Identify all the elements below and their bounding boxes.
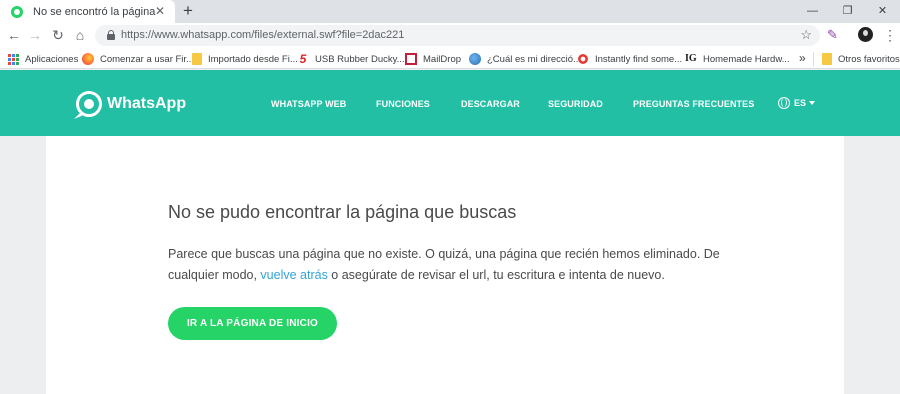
bookmarks-overflow-icon[interactable]: » (799, 51, 806, 65)
bookmark-ip[interactable]: ¿Cuál es mi direcció... (469, 52, 581, 66)
extension-quill-icon[interactable]: ✎ (827, 27, 838, 43)
bookmark-instantly[interactable]: Instantly find some... (577, 52, 682, 66)
address-bar[interactable]: https://www.whatsapp.com/files/external.… (95, 25, 820, 46)
bookmarks-bar: Aplicaciones Comenzar a usar Fir... Impo… (0, 48, 900, 69)
bookmark-rubber-ducky[interactable]: 5 USB Rubber Ducky... (297, 52, 405, 66)
bookmark-label: Homemade Hardw... (703, 53, 790, 65)
browser-menu-icon[interactable]: ⋮ (883, 26, 897, 44)
whatsapp-icon (76, 91, 102, 117)
bookmark-apps[interactable]: Aplicaciones (8, 52, 78, 66)
url-text[interactable]: https://www.whatsapp.com/files/external.… (121, 29, 404, 41)
bookmark-label: Importado desde Fi... (208, 53, 298, 65)
nav-seguridad[interactable]: SEGURIDAD (548, 99, 603, 109)
bookmark-label: MailDrop (423, 53, 462, 65)
firefox-icon (82, 53, 94, 65)
caret-down-icon (809, 101, 816, 105)
go-home-button[interactable]: IR A LA PÁGINA DE INICIO (168, 307, 337, 340)
lock-icon[interactable] (107, 30, 115, 40)
bookmark-firefox[interactable]: Comenzar a usar Fir... (82, 52, 194, 66)
tab-close-icon[interactable]: ✕ (153, 4, 167, 18)
globe-icon (469, 53, 481, 65)
bookmark-label: Aplicaciones (25, 53, 79, 65)
home-button[interactable]: ⌂ (71, 26, 89, 44)
tab-title: No se encontró la página (33, 5, 156, 18)
new-tab-button[interactable]: + (179, 1, 197, 21)
bookmark-label: Comenzar a usar Fir... (100, 53, 194, 65)
tab-strip: No se encontró la página ✕ + — ❐ ✕ (0, 0, 900, 23)
nav-whatsapp-web[interactable]: WHATSAPP WEB (271, 99, 346, 109)
bookmark-label: ¿Cuál es mi direcció... (487, 53, 581, 65)
restore-button[interactable]: ❐ (830, 0, 865, 23)
ig-icon: IG (685, 53, 697, 64)
bookmark-homemade[interactable]: IG Homemade Hardw... (685, 52, 790, 66)
nav-funciones[interactable]: FUNCIONES (376, 99, 430, 109)
hak5-icon: 5 (299, 52, 307, 66)
back-button[interactable]: ← (5, 26, 23, 44)
browser-tab[interactable]: No se encontró la página ✕ (0, 0, 175, 23)
maildrop-icon (405, 53, 417, 65)
red-dot-icon (577, 53, 589, 65)
bookmark-star-icon[interactable]: ☆ (800, 27, 812, 43)
nav-descargar[interactable]: DESCARGAR (461, 99, 520, 109)
profile-avatar[interactable] (858, 27, 873, 42)
nav-preguntas-frecuentes[interactable]: PREGUNTAS FRECUENTES (633, 99, 754, 109)
bookmark-other[interactable]: Otros favoritos (822, 52, 900, 66)
close-window-button[interactable]: ✕ (865, 0, 900, 23)
error-title: No se pudo encontrar la página que busca… (168, 202, 517, 222)
bookmark-label: USB Rubber Ducky... (315, 53, 405, 65)
error-message: Parece que buscas una página que no exis… (168, 244, 728, 286)
globe-icon (778, 97, 790, 109)
minimize-button[interactable]: — (795, 0, 830, 23)
site-header: WhatsApp WHATSAPP WEB FUNCIONES DESCARGA… (0, 70, 900, 136)
whatsapp-logo[interactable]: WhatsApp (76, 91, 186, 117)
whatsapp-favicon-icon (11, 5, 23, 18)
error-text-end: o asegúrate de revisar el url, tu escrit… (327, 268, 665, 282)
bookmark-imported[interactable]: Importado desde Fi... (192, 52, 298, 66)
forward-button[interactable]: → (26, 26, 44, 44)
language-selector[interactable]: ES (778, 97, 816, 109)
bookmark-maildrop[interactable]: MailDrop (405, 52, 461, 66)
language-label: ES (794, 98, 807, 108)
folder-icon (192, 53, 202, 65)
folder-icon (822, 53, 832, 65)
apps-icon (8, 53, 19, 65)
browser-toolbar: ← → ↻ ⌂ https://www.whatsapp.com/files/e… (0, 23, 900, 48)
window-controls: — ❐ ✕ (795, 0, 900, 23)
go-back-link[interactable]: vuelve atrás (260, 268, 327, 282)
brand-name: WhatsApp (107, 95, 187, 112)
bookmark-label: Instantly find some... (595, 53, 683, 65)
reload-button[interactable]: ↻ (49, 26, 67, 44)
bookmarks-divider (813, 52, 814, 66)
bookmark-label: Otros favoritos (838, 53, 900, 65)
